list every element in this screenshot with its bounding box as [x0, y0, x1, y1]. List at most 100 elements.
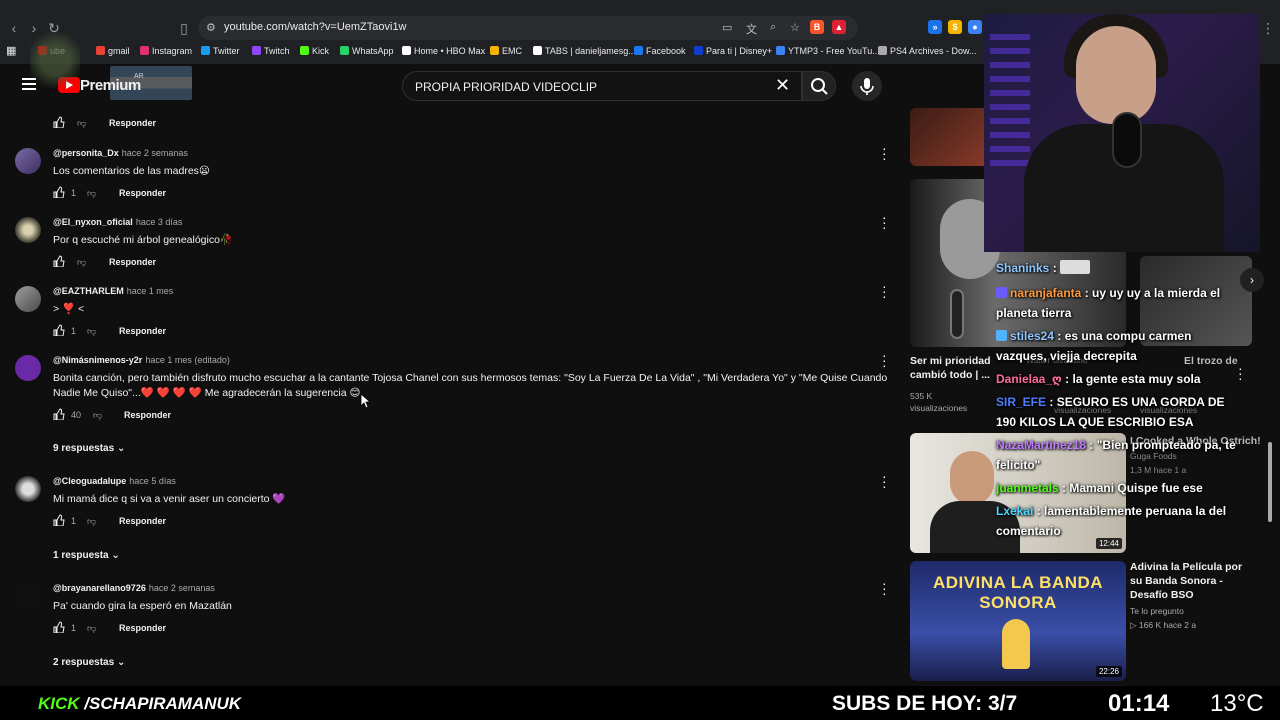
bookmark-disney[interactable]: Para ti | Disney+ — [694, 46, 772, 56]
reply-button[interactable]: Responder — [119, 188, 166, 198]
dislike-icon[interactable]: 👎︎ — [77, 118, 86, 129]
reply-button[interactable]: Responder — [119, 516, 166, 526]
dislike-icon[interactable]: 👎︎ — [87, 623, 96, 634]
comment-time[interactable]: hace 2 semanas — [122, 148, 188, 158]
view-replies-button[interactable]: 2 respuestas ⌄ — [53, 657, 125, 668]
apps-grid-icon[interactable]: ▦ — [6, 44, 16, 57]
extension-sync-icon[interactable]: ● — [968, 20, 982, 34]
avatar[interactable] — [15, 148, 41, 174]
avatar[interactable] — [15, 217, 41, 243]
view-replies-button[interactable]: 1 respuesta ⌄ — [53, 550, 120, 561]
bookmark-ytmp3[interactable]: YTMP3 - Free YouTu... — [776, 46, 880, 56]
clear-search-icon[interactable]: ✕ — [775, 75, 790, 96]
dislike-icon[interactable]: 👎︎ — [77, 257, 86, 268]
comment-time[interactable]: hace 2 semanas — [149, 583, 215, 593]
like-icon[interactable] — [53, 621, 65, 633]
youtube-premium-logo[interactable]: Premium — [80, 77, 141, 94]
bookmark-twitter[interactable]: Twitter — [201, 46, 240, 56]
streamer-face — [1076, 26, 1156, 124]
site-info-icon[interactable]: ⚙ — [206, 21, 216, 34]
comment-author[interactable]: @personita_Dx — [53, 148, 119, 158]
reply-button[interactable]: Responder — [119, 326, 166, 336]
view-replies-button[interactable]: 9 respuestas ⌄ — [53, 443, 125, 454]
chat-username: Shaninks — [996, 261, 1050, 275]
address-bar[interactable]: ⚙ youtube.com/watch?v=UemZTaovi1w ▭ 文 ⌕ … — [198, 16, 858, 40]
zoom-icon[interactable]: ⌕ — [770, 21, 776, 34]
brave-rewards-icon[interactable]: ▲ — [832, 20, 846, 34]
bookmark-ps4[interactable]: PS4 Archives - Dow... — [878, 46, 977, 56]
extension-audio-icon[interactable]: » — [928, 20, 942, 34]
chat-username: juanmetals — [996, 481, 1059, 495]
like-icon[interactable] — [53, 116, 65, 128]
dislike-icon[interactable]: 👎︎ — [87, 516, 96, 527]
comment-time[interactable]: hace 5 días — [129, 476, 176, 486]
chat-message: Danielaa_ღ : la gente esta muy sola — [996, 372, 1201, 386]
comment-author[interactable]: @El_nyxon_oficial — [53, 217, 133, 227]
video-title[interactable]: Adivina la Película por su Banda Sonora … — [1130, 560, 1250, 602]
emote-icon — [1060, 260, 1091, 274]
more-options-icon[interactable]: · · · — [882, 279, 887, 303]
bookmark-kick[interactable]: Kick — [300, 46, 329, 56]
video-title[interactable]: Ser mi prioridad cambió todo | ... — [910, 354, 1000, 382]
comment-time[interactable]: hace 3 días — [136, 217, 183, 227]
avatar[interactable] — [15, 355, 41, 381]
bookmark-emc[interactable]: EMC — [490, 46, 522, 56]
comment-header: @Cleoguadalupe hace 5 días — [53, 476, 176, 486]
reply-button[interactable]: Responder — [124, 410, 171, 420]
kick-icon — [300, 46, 309, 55]
diamond-badge-icon — [996, 330, 1007, 341]
twitter-icon — [201, 46, 210, 55]
like-icon[interactable] — [53, 186, 65, 198]
scrollbar-thumb[interactable] — [1268, 442, 1272, 522]
bookmark-facebook[interactable]: Facebook — [634, 46, 686, 56]
more-options-icon[interactable]: · · · — [882, 348, 887, 372]
comment-header: @El_nyxon_oficial hace 3 días — [53, 217, 182, 227]
back-icon[interactable]: ‹ — [4, 18, 24, 38]
star-icon[interactable]: ☆ — [790, 21, 800, 34]
more-options-icon[interactable]: · · · — [882, 210, 887, 234]
bookmark-page-icon[interactable]: ▯ — [174, 18, 194, 38]
video-thumbnail[interactable] — [910, 108, 990, 166]
chat-message: juanmetals : Mamani Quispe fue ese — [996, 481, 1203, 495]
dislike-icon[interactable]: 👎︎ — [93, 410, 102, 421]
browser-menu-icon[interactable]: ⋮ — [1258, 18, 1278, 38]
comment-author[interactable]: @brayanarellano9726 — [53, 583, 146, 593]
comment-time[interactable]: hace 1 mes (editado) — [145, 355, 230, 365]
more-options-icon[interactable]: · · · — [882, 576, 887, 600]
more-options-icon[interactable]: · · · — [882, 469, 887, 493]
like-icon[interactable] — [53, 408, 65, 420]
comment-author[interactable]: @EAZTHARLEM — [53, 286, 124, 296]
bookmark-instagram[interactable]: Instagram — [140, 46, 192, 56]
avatar[interactable] — [15, 583, 41, 609]
like-icon[interactable] — [53, 255, 65, 267]
brave-shield-icon[interactable]: B — [810, 20, 824, 34]
bookmark-tabs[interactable]: TABS | danieljamesg... — [533, 46, 636, 56]
comment-author[interactable]: @Cleoguadalupe — [53, 476, 126, 486]
reply-button[interactable]: Responder — [109, 257, 156, 267]
voice-search-button[interactable] — [852, 71, 882, 101]
avatar[interactable] — [15, 476, 41, 502]
like-icon[interactable] — [53, 514, 65, 526]
avatar[interactable] — [15, 286, 41, 312]
dislike-icon[interactable]: 👎︎ — [87, 188, 96, 199]
bookmark-hbo[interactable]: Home • HBO Max — [402, 46, 485, 56]
like-icon[interactable] — [53, 324, 65, 336]
kick-logo: KICK — [38, 694, 80, 713]
bookmark-gmail[interactable]: gmail — [96, 46, 130, 56]
more-options-icon[interactable]: · · · — [882, 141, 887, 165]
dislike-icon[interactable]: 👎︎ — [87, 326, 96, 337]
bookmark-whatsapp[interactable]: WhatsApp — [340, 46, 394, 56]
reply-button[interactable]: Responder — [109, 118, 156, 128]
search-input[interactable]: PROPIA PRIORIDAD VIDEOCLIP ✕ — [402, 71, 802, 101]
cast-icon[interactable]: ▭ — [722, 21, 732, 34]
search-button[interactable] — [802, 71, 836, 101]
video-thumbnail[interactable]: ADIVINA LA BANDA SONORA 22:26 — [910, 561, 1126, 681]
extension-wallet-icon[interactable]: $ — [948, 20, 962, 34]
comment-time[interactable]: hace 1 mes — [127, 286, 174, 296]
scrollbar[interactable] — [1266, 108, 1274, 686]
chat-message: stiles24 : es una compu carmen vazques, … — [996, 329, 1192, 363]
translate-icon[interactable]: 文 — [746, 21, 757, 37]
comment-author[interactable]: @Nimásnimenos-y2r — [53, 355, 142, 365]
bookmark-twitch[interactable]: Twitch — [252, 46, 290, 56]
reply-button[interactable]: Responder — [119, 623, 166, 633]
